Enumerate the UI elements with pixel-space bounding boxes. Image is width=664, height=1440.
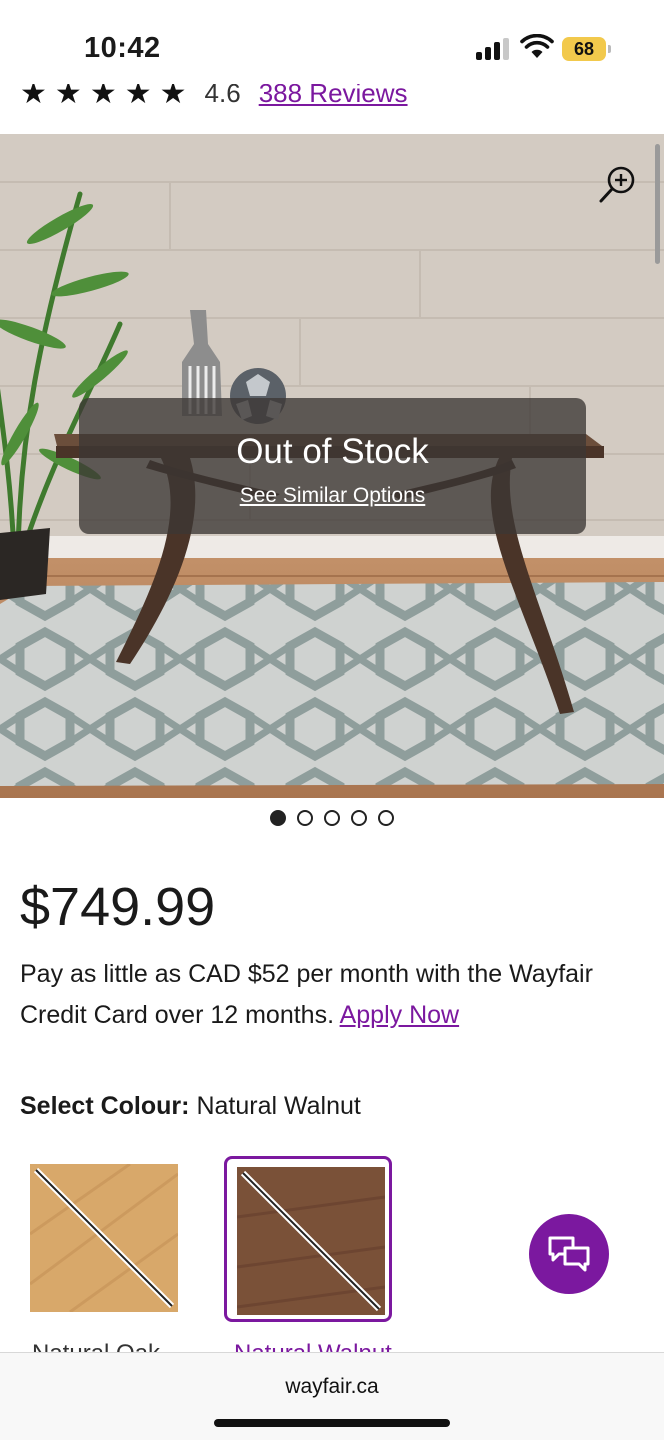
credit-offer: Pay as little as CAD $52 per month with … xyxy=(20,954,640,1036)
swatch-natural-walnut[interactable] xyxy=(224,1156,392,1322)
carousel-dot[interactable] xyxy=(297,810,313,826)
select-colour-heading: Select Colour: xyxy=(20,1092,190,1120)
chat-icon xyxy=(548,1236,590,1272)
rating-summary: ★ ★ ★ ★ ★ 4.6 388 Reviews xyxy=(0,84,664,134)
star-icon: ★ xyxy=(89,84,117,110)
zoom-in-icon[interactable] xyxy=(598,164,638,204)
carousel-dot[interactable] xyxy=(378,810,394,826)
carousel-pagination xyxy=(0,810,664,826)
star-icon: ★ xyxy=(54,84,82,110)
scrollbar[interactable] xyxy=(655,144,660,264)
status-bar: 10:42 68 xyxy=(0,0,664,84)
out-of-stock-title: Out of Stock xyxy=(236,432,429,471)
chat-button[interactable] xyxy=(529,1214,609,1294)
credit-offer-text: Pay as little as CAD $52 per month with … xyxy=(20,960,593,1029)
reviews-link[interactable]: 388 Reviews xyxy=(259,84,408,109)
browser-toolbar: wayfair.ca xyxy=(0,1352,664,1440)
status-time: 10:42 xyxy=(84,32,161,64)
selected-colour-value: Natural Walnut xyxy=(196,1092,361,1120)
swatch-image xyxy=(237,1167,385,1315)
cellular-signal-icon xyxy=(476,38,510,60)
carousel-dot[interactable] xyxy=(270,810,286,826)
select-colour-label: Select Colour: Natural Walnut xyxy=(20,1092,361,1121)
wifi-icon xyxy=(520,34,554,58)
carousel-dot[interactable] xyxy=(351,810,367,826)
apply-now-link[interactable]: Apply Now xyxy=(340,1001,460,1029)
star-icon: ★ xyxy=(124,84,152,110)
home-indicator[interactable] xyxy=(214,1419,450,1427)
product-price: $749.99 xyxy=(20,877,216,937)
star-icon: ★ xyxy=(20,84,47,110)
address-bar[interactable]: wayfair.ca xyxy=(0,1375,664,1399)
swatch-natural-oak[interactable] xyxy=(20,1156,188,1322)
battery-icon: 68 xyxy=(562,37,611,61)
star-icon: ★ xyxy=(159,84,187,110)
carousel-dot[interactable] xyxy=(324,810,340,826)
see-similar-options-link[interactable]: See Similar Options xyxy=(240,484,426,508)
swatch-image xyxy=(30,1164,178,1312)
rating-value: 4.6 xyxy=(204,84,241,108)
product-image-carousel[interactable]: Out of Stock See Similar Options xyxy=(0,134,664,798)
out-of-stock-overlay: Out of Stock See Similar Options xyxy=(79,398,586,534)
